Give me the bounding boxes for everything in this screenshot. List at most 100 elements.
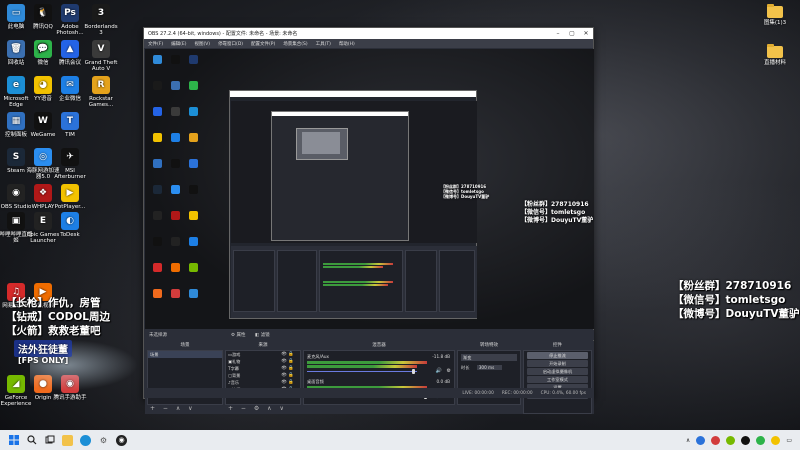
preview-app-icon xyxy=(189,81,198,90)
source-item-label: 字幕 xyxy=(230,365,239,371)
preview-app-icon xyxy=(189,263,198,272)
tray-app-icon[interactable] xyxy=(756,435,766,445)
obs-title-bar[interactable]: OBS 27.2.4 (64-bit, windows) - 配置文件: 未命名… xyxy=(144,28,593,39)
duration-input[interactable]: 300 ms xyxy=(476,365,503,370)
preview-app-icon xyxy=(171,107,180,116)
minimize-button[interactable]: – xyxy=(551,28,565,39)
menu-item[interactable]: 视图(V) xyxy=(194,41,210,47)
app-icon: ▭ xyxy=(7,4,25,22)
controls-dock: 控件 停止推流开始录制启动虚拟摄像机工作室模式设置退出 xyxy=(523,341,592,414)
obs-menu-bar: 文件(F) 编辑(E) 视图(V) 停靠窗口(D) 配置文件(P) 场景集合(S) 工具(T… xyxy=(144,39,593,48)
transition-select[interactable]: 渐变 xyxy=(461,354,517,361)
desktop-icon-label: Grand Theft Auto V xyxy=(84,60,118,72)
task-view-icon[interactable] xyxy=(44,435,55,446)
edge-icon[interactable] xyxy=(80,434,91,446)
visibility-icon[interactable]: 👁 🔒 xyxy=(281,359,294,364)
app-icon: ▣ xyxy=(7,212,25,230)
mixer-title: 混音器 xyxy=(372,343,386,348)
preview-app-icon xyxy=(189,185,198,194)
rec-status: REC: 00:00:00 xyxy=(501,390,533,396)
folder-icon[interactable]: 图集(1)3 xyxy=(758,4,792,26)
menu-item[interactable]: 编辑(E) xyxy=(171,41,186,47)
source-item[interactable]: T 字幕 👁 🔒 xyxy=(226,365,300,372)
gear-icon[interactable]: ⚙ xyxy=(447,368,451,374)
menu-item[interactable]: 停靠窗口(D) xyxy=(218,41,243,47)
preview-app-icon xyxy=(171,185,180,194)
source-item[interactable]: ▢ 背景 👁 🔒 xyxy=(226,372,300,379)
file-explorer-icon[interactable] xyxy=(62,434,73,446)
preview-app-icon xyxy=(171,263,180,272)
transition-type: 渐变 xyxy=(463,355,472,360)
scene-item[interactable]: 场景 xyxy=(148,351,222,358)
control-button[interactable]: 启动虚拟摄像机 xyxy=(527,368,588,375)
desktop-icon[interactable]: ✉ 企业微信 xyxy=(53,76,87,102)
desktop-icon[interactable]: ✈ MSI Afterburner xyxy=(53,148,87,180)
visibility-icon[interactable]: 👁 🔒 xyxy=(281,366,294,371)
preview-app-icon xyxy=(189,133,198,142)
preview-app-icon xyxy=(171,133,180,142)
volume-slider[interactable] xyxy=(307,371,417,372)
tray-app-icon[interactable] xyxy=(771,435,781,445)
properties-button[interactable]: ⚙ 属性 xyxy=(231,332,245,338)
source-item[interactable]: ♪ 音乐 👁 🔒 xyxy=(226,379,300,386)
cpu-status: CPU: 0.4%, 60.00 fps xyxy=(540,390,586,396)
maximize-button[interactable]: ▢ xyxy=(565,28,579,39)
menu-item[interactable]: 场景集合(S) xyxy=(283,41,307,47)
tray-app-icon[interactable] xyxy=(726,435,736,445)
source-item[interactable]: ▭ 游戏 👁 🔒 xyxy=(226,351,300,358)
visibility-icon[interactable]: 👁 🔒 xyxy=(281,373,294,378)
scenes-title: 场景 xyxy=(180,343,190,348)
menu-item[interactable]: 配置文件(P) xyxy=(251,41,275,47)
app-icon: ◎ xyxy=(34,148,52,166)
control-button[interactable]: 停止推流 xyxy=(527,352,588,359)
control-button[interactable]: 工作室模式 xyxy=(527,376,588,383)
desktop-icon[interactable]: R Rockstar Games... xyxy=(84,76,118,108)
folder-icon[interactable]: 直播材料 xyxy=(758,44,792,66)
info-line: 【微信号】tomletsgo xyxy=(673,294,786,306)
filters-button[interactable]: ◧ 滤镜 xyxy=(255,332,270,338)
volume-knob[interactable] xyxy=(412,369,415,374)
app-icon: S xyxy=(7,148,25,166)
mixer-channel-db: 0.0 dB xyxy=(436,379,450,384)
visibility-icon[interactable]: 👁 🔒 xyxy=(281,352,294,357)
notification-icon[interactable]: ▭ xyxy=(786,437,792,444)
tray-chevron-icon[interactable]: ∧ xyxy=(686,437,690,444)
tray-app-icon[interactable] xyxy=(741,435,751,445)
source-item-label: 音乐 xyxy=(230,379,240,385)
search-icon[interactable] xyxy=(26,435,37,446)
preview-mini-info: 【粉丝群】278710916 【微信号】tomletsgo 【微博号】Douyu… xyxy=(441,184,489,199)
windows-start-icon[interactable] xyxy=(8,435,19,446)
tray-app-icon[interactable] xyxy=(696,435,706,445)
source-item[interactable]: ▣ 礼物 👁 🔒 xyxy=(226,358,300,365)
desktop-icon[interactable]: T TIM xyxy=(53,112,87,138)
stream-info-overlay: 【粉丝群】278710916 【微信号】tomletsgo 【微博号】Douyu… xyxy=(673,279,800,321)
speaker-icon[interactable]: 🔊 xyxy=(436,368,442,374)
desktop-icon[interactable]: ▲ 腾讯会议 xyxy=(53,40,87,66)
desktop-icon[interactable]: V Grand Theft Auto V xyxy=(84,40,118,72)
obs-taskbar-icon[interactable]: ◉ xyxy=(116,434,127,446)
close-button[interactable]: ✕ xyxy=(579,28,593,39)
control-button[interactable]: 开始录制 xyxy=(527,360,588,367)
folder-glyph-icon xyxy=(767,44,783,58)
scenes-footer[interactable]: + − ∧ ∨ xyxy=(147,405,223,414)
no-source-label: 未选择源 xyxy=(149,333,167,338)
visibility-icon[interactable]: 👁 🔒 xyxy=(281,380,294,385)
obs-preview[interactable]: 【粉丝群】278710916 【微信号】tomletsgo 【微博号】Douyu… xyxy=(145,49,594,329)
folder-glyph-icon xyxy=(767,4,783,18)
stream-info-overlay-small: 【粉丝群】278710916 【微信号】tomletsgo 【微博号】Douyu… xyxy=(521,201,593,225)
tray-app-icon[interactable] xyxy=(711,435,721,445)
desktop-icon[interactable]: ▶ PotPlayer... xyxy=(53,184,87,210)
desktop-icon-label: ToDesk xyxy=(60,232,80,238)
desktop-icon[interactable]: 3 Borderlands 3 xyxy=(84,4,118,36)
menu-item[interactable]: 文件(F) xyxy=(148,41,163,47)
menu-item[interactable]: 工具(T) xyxy=(316,41,331,47)
desktop-icon[interactable]: ◐ ToDesk xyxy=(53,212,87,238)
folder-label: 直播材料 xyxy=(763,60,786,66)
mixer-dock: 混音器 麦克风/Aux -11.8 dB 🔊 ⚙ 桌面音频 0.0 dB 🔊 ⚙ xyxy=(303,341,455,414)
settings-icon[interactable]: ⚙ xyxy=(98,435,109,446)
sources-footer[interactable]: + − ⚙ ∧ ∨ xyxy=(225,405,301,414)
desktop-icon[interactable]: Ps Adobe Photosh... xyxy=(53,4,87,36)
desktop-icon-label: MSI Afterburner xyxy=(54,168,86,180)
menu-item[interactable]: 帮助(H) xyxy=(339,41,355,47)
app-icon: ▶ xyxy=(61,184,79,202)
